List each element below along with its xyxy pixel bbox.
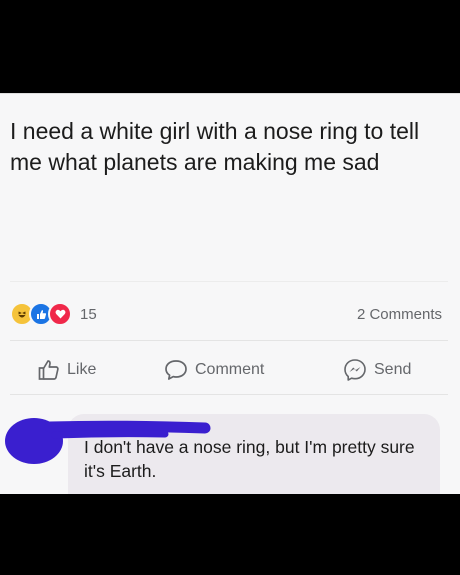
redaction-scribble	[5, 418, 211, 464]
post-card: I need a white girl with a nose ring to …	[0, 93, 460, 494]
